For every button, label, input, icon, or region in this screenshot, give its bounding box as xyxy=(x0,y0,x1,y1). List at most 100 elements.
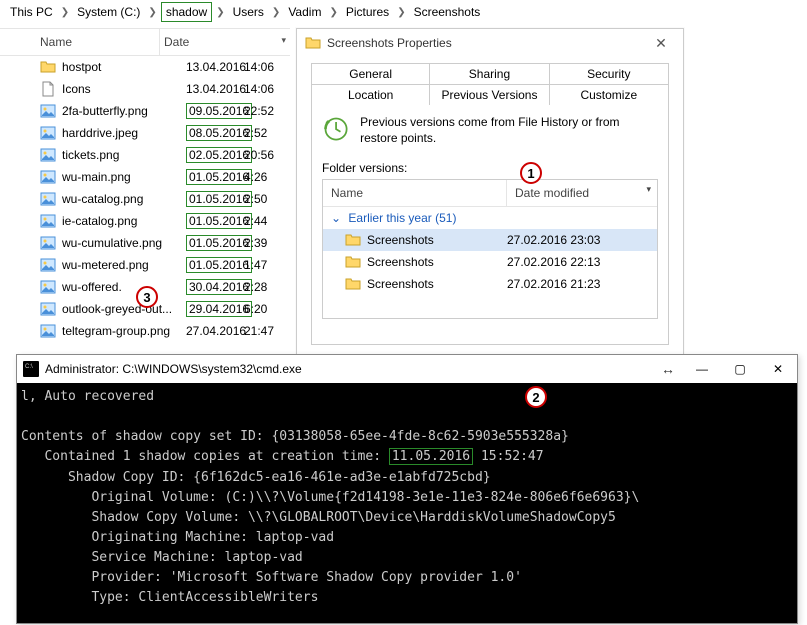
list-item[interactable]: hostpot13.04.201614:06 xyxy=(0,56,290,78)
versions-group-header[interactable]: ⌄ Earlier this year (51) xyxy=(323,207,657,229)
version-row[interactable]: Screenshots27.02.2016 22:13 xyxy=(323,251,657,273)
version-row[interactable]: Screenshots27.02.2016 21:23 xyxy=(323,273,657,295)
file-name: hostpot xyxy=(62,60,182,74)
file-name: wu-cumulative.png xyxy=(62,236,182,250)
file-name: harddrive.jpeg xyxy=(62,126,182,140)
list-item[interactable]: ie-catalog.png01.05.20162:44 xyxy=(0,210,290,232)
breadcrumb-item[interactable]: This PC xyxy=(6,3,57,21)
tab-strip: GeneralSharingSecurity LocationPrevious … xyxy=(297,57,683,105)
image-icon xyxy=(40,323,56,339)
minimize-button[interactable]: — xyxy=(683,355,721,383)
terminal-text: 15:52:47 Shadow Copy ID: {6f162dc5-ea16-… xyxy=(21,449,639,605)
file-date: 01.05.2016 xyxy=(182,258,244,272)
file-name: wu-offered. xyxy=(62,280,182,294)
file-time: 4:26 xyxy=(244,170,278,184)
image-icon xyxy=(40,147,56,163)
file-date: 30.04.2016 xyxy=(182,280,244,294)
file-name: wu-metered.png xyxy=(62,258,182,272)
file-name: ie-catalog.png xyxy=(62,214,182,228)
folder-icon xyxy=(305,35,321,51)
file-name: wu-main.png xyxy=(62,170,182,184)
close-icon[interactable]: ✕ xyxy=(647,35,675,52)
version-name: Screenshots xyxy=(367,233,507,247)
tab-sharing[interactable]: Sharing xyxy=(430,63,549,84)
image-icon xyxy=(40,235,56,251)
breadcrumb: This PC❯System (C:)❯shadow❯Users❯Vadim❯P… xyxy=(0,0,807,24)
breadcrumb-item[interactable]: System (C:) xyxy=(73,3,144,21)
versions-header: Name Date modified ▾ xyxy=(323,180,657,207)
file-time: 1:47 xyxy=(244,258,278,272)
tab-previous-versions[interactable]: Previous Versions xyxy=(430,84,549,105)
image-icon xyxy=(40,257,56,273)
file-time: 2:28 xyxy=(244,280,278,294)
close-button[interactable]: ✕ xyxy=(759,355,797,383)
file-time: 6:20 xyxy=(244,302,278,316)
file-time: 21:47 xyxy=(244,324,278,338)
file-time: 14:06 xyxy=(244,82,278,96)
resize-arrow-icon: ↔ xyxy=(653,361,683,377)
file-time: 2:44 xyxy=(244,214,278,228)
file-time: 2:39 xyxy=(244,236,278,250)
file-time: 2:50 xyxy=(244,192,278,206)
list-item[interactable]: 2fa-butterfly.png09.05.201622:52 xyxy=(0,100,290,122)
breadcrumb-item[interactable]: Vadim xyxy=(284,3,325,21)
image-icon xyxy=(40,213,56,229)
chevron-right-icon: ❯ xyxy=(59,7,71,18)
file-time: 22:52 xyxy=(244,104,278,118)
file-time: 20:56 xyxy=(244,148,278,162)
image-icon xyxy=(40,191,56,207)
image-icon xyxy=(40,279,56,295)
list-item[interactable]: wu-catalog.png01.05.20162:50 xyxy=(0,188,290,210)
terminal-output[interactable]: l, Auto recovered Contents of shadow cop… xyxy=(17,383,797,623)
callout-2: 2 xyxy=(525,386,547,408)
breadcrumb-item[interactable]: Pictures xyxy=(342,3,393,21)
cmd-titlebar[interactable]: Administrator: C:\WINDOWS\system32\cmd.e… xyxy=(17,355,797,383)
list-item[interactable]: tickets.png02.05.201620:56 xyxy=(0,144,290,166)
file-icon xyxy=(40,81,56,97)
file-name: wu-catalog.png xyxy=(62,192,182,206)
folder-versions-label: Folder versions: xyxy=(322,161,658,175)
versions-column-name[interactable]: Name xyxy=(323,180,507,206)
image-icon xyxy=(40,301,56,317)
file-date: 29.04.2016 xyxy=(182,302,244,316)
breadcrumb-item[interactable]: Users xyxy=(229,3,268,21)
list-item[interactable]: wu-metered.png01.05.20161:47 xyxy=(0,254,290,276)
list-item[interactable]: wu-cumulative.png01.05.20162:39 xyxy=(0,232,290,254)
file-date: 01.05.2016 xyxy=(182,236,244,250)
tab-location[interactable]: Location xyxy=(311,84,430,105)
version-date: 27.02.2016 23:03 xyxy=(507,233,657,247)
folder-icon xyxy=(345,254,361,270)
properties-dialog: Screenshots Properties ✕ GeneralSharingS… xyxy=(296,28,684,358)
list-item[interactable]: harddrive.jpeg08.05.20162:52 xyxy=(0,122,290,144)
chevron-down-icon: ⌄ xyxy=(331,211,341,225)
dialog-titlebar[interactable]: Screenshots Properties ✕ xyxy=(297,29,683,57)
list-item[interactable]: Icons13.04.201614:06 xyxy=(0,78,290,100)
file-date: 13.04.2016 xyxy=(182,82,244,96)
chevron-right-icon: ❯ xyxy=(327,7,339,18)
tab-customize[interactable]: Customize xyxy=(550,84,669,105)
tab-panel-previous-versions: Previous versions come from File History… xyxy=(311,105,669,345)
cmd-title: Administrator: C:\WINDOWS\system32\cmd.e… xyxy=(45,362,653,376)
history-clock-icon xyxy=(322,115,350,147)
column-header-date[interactable]: Date ▾ xyxy=(160,29,290,55)
tab-security[interactable]: Security xyxy=(550,63,669,84)
list-item[interactable]: wu-main.png01.05.20164:26 xyxy=(0,166,290,188)
file-date: 02.05.2016 xyxy=(182,148,244,162)
breadcrumb-item[interactable]: Screenshots xyxy=(410,3,485,21)
file-time: 2:52 xyxy=(244,126,278,140)
folder-icon xyxy=(345,276,361,292)
file-date: 01.05.2016 xyxy=(182,170,244,184)
chevron-down-icon: ▾ xyxy=(281,35,286,46)
callout-1: 1 xyxy=(520,162,542,184)
maximize-button[interactable]: ▢ xyxy=(721,355,759,383)
cmd-window: Administrator: C:\WINDOWS\system32\cmd.e… xyxy=(16,354,798,624)
versions-group-label: Earlier this year (51) xyxy=(348,211,456,225)
image-icon xyxy=(40,103,56,119)
chevron-down-icon: ▾ xyxy=(646,184,651,195)
column-header-name[interactable]: Name xyxy=(0,29,160,55)
list-item[interactable]: teltegram-group.png27.04.201621:47 xyxy=(0,320,290,342)
version-date: 27.02.2016 21:23 xyxy=(507,277,657,291)
breadcrumb-item[interactable]: shadow xyxy=(161,2,212,22)
version-row[interactable]: Screenshots27.02.2016 23:03 xyxy=(323,229,657,251)
tab-general[interactable]: General xyxy=(311,63,430,84)
